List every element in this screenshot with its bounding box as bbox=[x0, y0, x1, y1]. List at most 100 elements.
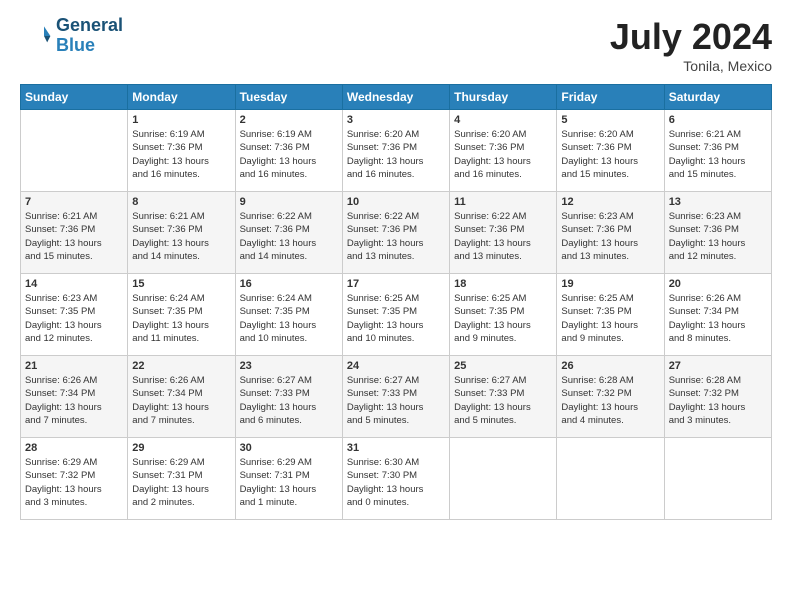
day-number: 9 bbox=[240, 196, 338, 208]
day-info: Sunrise: 6:20 AM Sunset: 7:36 PM Dayligh… bbox=[347, 128, 445, 181]
day-number: 11 bbox=[454, 196, 552, 208]
day-number: 12 bbox=[561, 196, 659, 208]
day-number: 19 bbox=[561, 278, 659, 290]
calendar-cell: 22 Sunrise: 6:26 AM Sunset: 7:34 PM Dayli… bbox=[128, 356, 235, 438]
weekday-header: Tuesday bbox=[235, 85, 342, 110]
calendar-cell: 26 Sunrise: 6:28 AM Sunset: 7:32 PM Dayli… bbox=[557, 356, 664, 438]
calendar-cell: 16 Sunrise: 6:24 AM Sunset: 7:35 PM Dayli… bbox=[235, 274, 342, 356]
day-info: Sunrise: 6:24 AM Sunset: 7:35 PM Dayligh… bbox=[240, 292, 338, 345]
day-number: 1 bbox=[132, 114, 230, 126]
logo-text: General Blue bbox=[56, 16, 123, 56]
calendar-table: SundayMondayTuesdayWednesdayThursdayFrid… bbox=[20, 84, 772, 520]
calendar-cell: 3 Sunrise: 6:20 AM Sunset: 7:36 PM Daylig… bbox=[342, 110, 449, 192]
calendar-cell: 30 Sunrise: 6:29 AM Sunset: 7:31 PM Dayli… bbox=[235, 438, 342, 520]
logo: General Blue bbox=[20, 16, 123, 56]
day-number: 3 bbox=[347, 114, 445, 126]
calendar-cell: 7 Sunrise: 6:21 AM Sunset: 7:36 PM Daylig… bbox=[21, 192, 128, 274]
day-info: Sunrise: 6:25 AM Sunset: 7:35 PM Dayligh… bbox=[561, 292, 659, 345]
day-info: Sunrise: 6:20 AM Sunset: 7:36 PM Dayligh… bbox=[454, 128, 552, 181]
day-number: 23 bbox=[240, 360, 338, 372]
weekday-header-row: SundayMondayTuesdayWednesdayThursdayFrid… bbox=[21, 85, 772, 110]
day-number: 25 bbox=[454, 360, 552, 372]
day-number: 7 bbox=[25, 196, 123, 208]
day-number: 18 bbox=[454, 278, 552, 290]
day-info: Sunrise: 6:29 AM Sunset: 7:31 PM Dayligh… bbox=[240, 456, 338, 509]
day-info: Sunrise: 6:23 AM Sunset: 7:36 PM Dayligh… bbox=[561, 210, 659, 263]
calendar-cell: 4 Sunrise: 6:20 AM Sunset: 7:36 PM Daylig… bbox=[450, 110, 557, 192]
day-number: 17 bbox=[347, 278, 445, 290]
day-info: Sunrise: 6:25 AM Sunset: 7:35 PM Dayligh… bbox=[454, 292, 552, 345]
calendar-cell bbox=[664, 438, 771, 520]
calendar-cell: 17 Sunrise: 6:25 AM Sunset: 7:35 PM Dayli… bbox=[342, 274, 449, 356]
day-info: Sunrise: 6:25 AM Sunset: 7:35 PM Dayligh… bbox=[347, 292, 445, 345]
day-info: Sunrise: 6:21 AM Sunset: 7:36 PM Dayligh… bbox=[25, 210, 123, 263]
calendar-cell: 2 Sunrise: 6:19 AM Sunset: 7:36 PM Daylig… bbox=[235, 110, 342, 192]
weekday-header: Saturday bbox=[664, 85, 771, 110]
day-info: Sunrise: 6:19 AM Sunset: 7:36 PM Dayligh… bbox=[240, 128, 338, 181]
weekday-header: Thursday bbox=[450, 85, 557, 110]
calendar-cell bbox=[557, 438, 664, 520]
calendar-cell: 5 Sunrise: 6:20 AM Sunset: 7:36 PM Daylig… bbox=[557, 110, 664, 192]
page-container: General Blue July 2024 Tonila, Mexico Su… bbox=[0, 0, 792, 530]
day-number: 13 bbox=[669, 196, 767, 208]
calendar-cell: 31Sunrise: 6:30 AM Sunset: 7:30 PM Dayli… bbox=[342, 438, 449, 520]
day-info: Sunrise: 6:27 AM Sunset: 7:33 PM Dayligh… bbox=[454, 374, 552, 427]
calendar-cell: 21Sunrise: 6:26 AM Sunset: 7:34 PM Dayli… bbox=[21, 356, 128, 438]
day-number: 30 bbox=[240, 442, 338, 454]
day-number: 8 bbox=[132, 196, 230, 208]
calendar-cell bbox=[21, 110, 128, 192]
day-info: Sunrise: 6:21 AM Sunset: 7:36 PM Dayligh… bbox=[669, 128, 767, 181]
calendar-week-row: 1 Sunrise: 6:19 AM Sunset: 7:36 PM Daylig… bbox=[21, 110, 772, 192]
calendar-week-row: 28 Sunrise: 6:29 AM Sunset: 7:32 PM Dayli… bbox=[21, 438, 772, 520]
calendar-cell: 1 Sunrise: 6:19 AM Sunset: 7:36 PM Daylig… bbox=[128, 110, 235, 192]
title-block: July 2024 Tonila, Mexico bbox=[610, 16, 772, 74]
calendar-cell: 20 Sunrise: 6:26 AM Sunset: 7:34 PM Dayli… bbox=[664, 274, 771, 356]
calendar-cell: 15Sunrise: 6:24 AM Sunset: 7:35 PM Dayli… bbox=[128, 274, 235, 356]
day-info: Sunrise: 6:26 AM Sunset: 7:34 PM Dayligh… bbox=[669, 292, 767, 345]
day-info: Sunrise: 6:20 AM Sunset: 7:36 PM Dayligh… bbox=[561, 128, 659, 181]
day-number: 5 bbox=[561, 114, 659, 126]
day-number: 22 bbox=[132, 360, 230, 372]
calendar-cell: 27Sunrise: 6:28 AM Sunset: 7:32 PM Dayli… bbox=[664, 356, 771, 438]
day-info: Sunrise: 6:27 AM Sunset: 7:33 PM Dayligh… bbox=[240, 374, 338, 427]
day-number: 20 bbox=[669, 278, 767, 290]
day-info: Sunrise: 6:19 AM Sunset: 7:36 PM Dayligh… bbox=[132, 128, 230, 181]
day-info: Sunrise: 6:23 AM Sunset: 7:35 PM Dayligh… bbox=[25, 292, 123, 345]
calendar-cell: 29 Sunrise: 6:29 AM Sunset: 7:31 PM Dayli… bbox=[128, 438, 235, 520]
day-number: 4 bbox=[454, 114, 552, 126]
month-title: July 2024 bbox=[610, 16, 772, 58]
calendar-cell: 18 Sunrise: 6:25 AM Sunset: 7:35 PM Dayli… bbox=[450, 274, 557, 356]
weekday-header: Monday bbox=[128, 85, 235, 110]
day-info: Sunrise: 6:26 AM Sunset: 7:34 PM Dayligh… bbox=[25, 374, 123, 427]
day-info: Sunrise: 6:22 AM Sunset: 7:36 PM Dayligh… bbox=[347, 210, 445, 263]
day-number: 27 bbox=[669, 360, 767, 372]
calendar-cell: 19 Sunrise: 6:25 AM Sunset: 7:35 PM Dayli… bbox=[557, 274, 664, 356]
day-number: 16 bbox=[240, 278, 338, 290]
weekday-header: Sunday bbox=[21, 85, 128, 110]
day-number: 28 bbox=[25, 442, 123, 454]
calendar-cell: 10Sunrise: 6:22 AM Sunset: 7:36 PM Dayli… bbox=[342, 192, 449, 274]
calendar-week-row: 7 Sunrise: 6:21 AM Sunset: 7:36 PM Daylig… bbox=[21, 192, 772, 274]
weekday-header: Wednesday bbox=[342, 85, 449, 110]
calendar-cell: 11 Sunrise: 6:22 AM Sunset: 7:36 PM Dayli… bbox=[450, 192, 557, 274]
calendar-cell: 25 Sunrise: 6:27 AM Sunset: 7:33 PM Dayli… bbox=[450, 356, 557, 438]
calendar-cell: 8 Sunrise: 6:21 AM Sunset: 7:36 PM Daylig… bbox=[128, 192, 235, 274]
logo-icon bbox=[20, 20, 52, 52]
day-number: 29 bbox=[132, 442, 230, 454]
calendar-cell: 23 Sunrise: 6:27 AM Sunset: 7:33 PM Dayli… bbox=[235, 356, 342, 438]
day-info: Sunrise: 6:27 AM Sunset: 7:33 PM Dayligh… bbox=[347, 374, 445, 427]
day-info: Sunrise: 6:21 AM Sunset: 7:36 PM Dayligh… bbox=[132, 210, 230, 263]
day-info: Sunrise: 6:22 AM Sunset: 7:36 PM Dayligh… bbox=[454, 210, 552, 263]
calendar-cell bbox=[450, 438, 557, 520]
calendar-cell: 9Sunrise: 6:22 AM Sunset: 7:36 PM Daylig… bbox=[235, 192, 342, 274]
day-info: Sunrise: 6:29 AM Sunset: 7:32 PM Dayligh… bbox=[25, 456, 123, 509]
day-number: 2 bbox=[240, 114, 338, 126]
day-info: Sunrise: 6:23 AM Sunset: 7:36 PM Dayligh… bbox=[669, 210, 767, 263]
day-number: 14 bbox=[25, 278, 123, 290]
day-info: Sunrise: 6:26 AM Sunset: 7:34 PM Dayligh… bbox=[132, 374, 230, 427]
day-number: 6 bbox=[669, 114, 767, 126]
calendar-week-row: 21Sunrise: 6:26 AM Sunset: 7:34 PM Dayli… bbox=[21, 356, 772, 438]
day-info: Sunrise: 6:29 AM Sunset: 7:31 PM Dayligh… bbox=[132, 456, 230, 509]
day-number: 26 bbox=[561, 360, 659, 372]
day-info: Sunrise: 6:28 AM Sunset: 7:32 PM Dayligh… bbox=[561, 374, 659, 427]
